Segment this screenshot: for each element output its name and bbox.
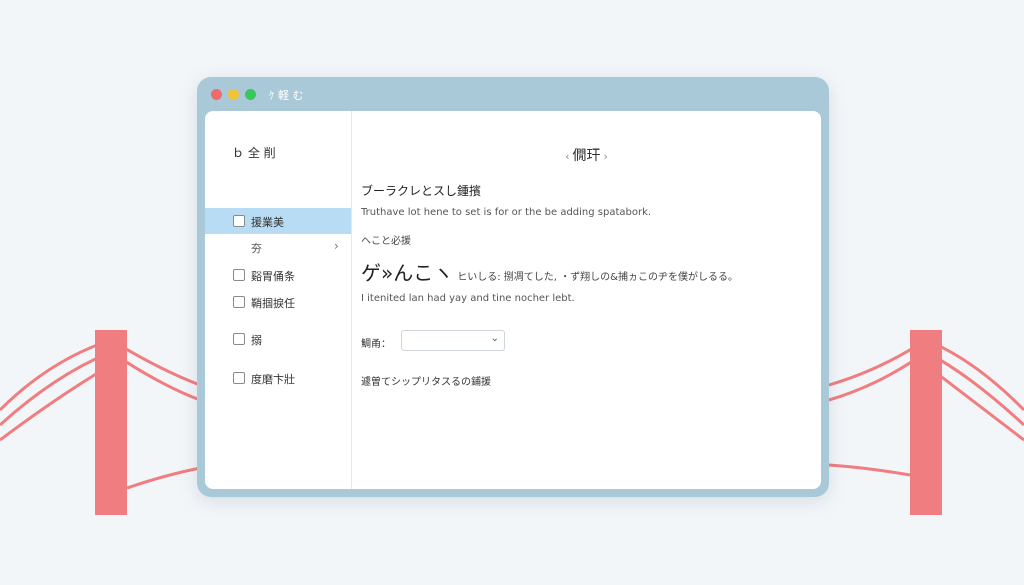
bridge-cable-left-3 xyxy=(0,363,112,442)
section-description: Truthave lot hene to set is for or the b… xyxy=(361,207,652,218)
bridge-deck-left xyxy=(126,466,201,490)
minimize-button[interactable] xyxy=(228,89,239,100)
app-window: ｹ 軽 む ｂ 全 削 援業美 夯 › 谿胃俑条 鞘掴捩任 搦 度磨卞壯 ‹ 僩… xyxy=(197,77,829,497)
sidebar-item-3[interactable]: 鞘掴捩任 xyxy=(205,289,351,315)
sidebar-item-4[interactable]: 搦 xyxy=(205,326,351,352)
main-panel: ‹ 僩玕 › ブーラクレとスし鍾擯 Truthave lot hene to set… xyxy=(352,111,821,489)
close-button[interactable] xyxy=(211,89,222,100)
checkbox[interactable] xyxy=(233,215,245,227)
dropdown-select[interactable]: ⌄ xyxy=(401,330,505,351)
checkbox[interactable] xyxy=(233,372,245,384)
sidebar-header: ｂ 全 削 xyxy=(232,146,276,160)
sidebar-item-1[interactable]: 援業美 xyxy=(205,208,351,234)
sidebar-item-label: 谿胃俑条 xyxy=(251,270,295,283)
prev-arrow-icon[interactable]: ‹ xyxy=(562,150,572,163)
chevron-down-icon: ⌄ xyxy=(490,333,499,344)
sidebar-item-label: 度磨卞壯 xyxy=(251,373,295,386)
large-text-caption: ヒいしる: 捌凋てした, ・ず翔しの&捕ヵこのヂを僕がしるる。 xyxy=(457,272,738,283)
checkbox[interactable] xyxy=(233,296,245,308)
sidebar: ｂ 全 削 援業美 夯 › 谿胃俑条 鞘掴捩任 搦 度磨卞壯 xyxy=(205,111,352,489)
select-label: 鯛甬： xyxy=(361,339,391,350)
large-text-row: ゲ»んこヽ ヒいしる: 捌凋てした, ・ず翔しの&捕ヵこのヂを僕がしるる。 xyxy=(361,257,738,286)
bridge-tower-right xyxy=(910,330,942,515)
section-heading: ブーラクレとスし鍾擯 xyxy=(361,184,482,198)
window-title: ｹ 軽 む xyxy=(269,89,304,102)
large-text: ゲ»んこヽ xyxy=(361,261,454,285)
page-title: 僩玕 xyxy=(572,148,601,164)
subheading: ヘこと必援 xyxy=(361,236,411,247)
sidebar-item-label: 鞘掴捩任 xyxy=(251,297,295,310)
bridge-deck-right xyxy=(828,463,911,477)
sidebar-item-5[interactable]: 度磨卞壯 xyxy=(205,365,351,391)
footer-text: 遽曽てシップリタスるの鋪援 xyxy=(361,377,491,388)
sidebar-item-2[interactable]: 谿胃俑条 xyxy=(205,262,351,288)
sidebar-subitem-label: 夯 xyxy=(251,242,262,255)
next-arrow-icon[interactable]: › xyxy=(601,150,611,163)
note-text: I itenited lan had yay and tine nocher l… xyxy=(361,293,575,304)
sidebar-subitem[interactable]: 夯 › xyxy=(205,237,351,257)
checkbox[interactable] xyxy=(233,269,245,281)
chevron-right-icon: › xyxy=(334,239,339,253)
sidebar-item-label: 搦 xyxy=(251,334,262,347)
sidebar-item-label: 援業美 xyxy=(251,216,284,229)
checkbox[interactable] xyxy=(233,333,245,345)
bridge-tower-left xyxy=(95,330,127,515)
window-content: ｂ 全 削 援業美 夯 › 谿胃俑条 鞘掴捩任 搦 度磨卞壯 ‹ 僩玕 › ブー… xyxy=(205,111,821,489)
maximize-button[interactable] xyxy=(245,89,256,100)
page-title-row: ‹ 僩玕 › xyxy=(352,145,821,165)
title-bar[interactable]: ｹ 軽 む xyxy=(197,77,829,111)
